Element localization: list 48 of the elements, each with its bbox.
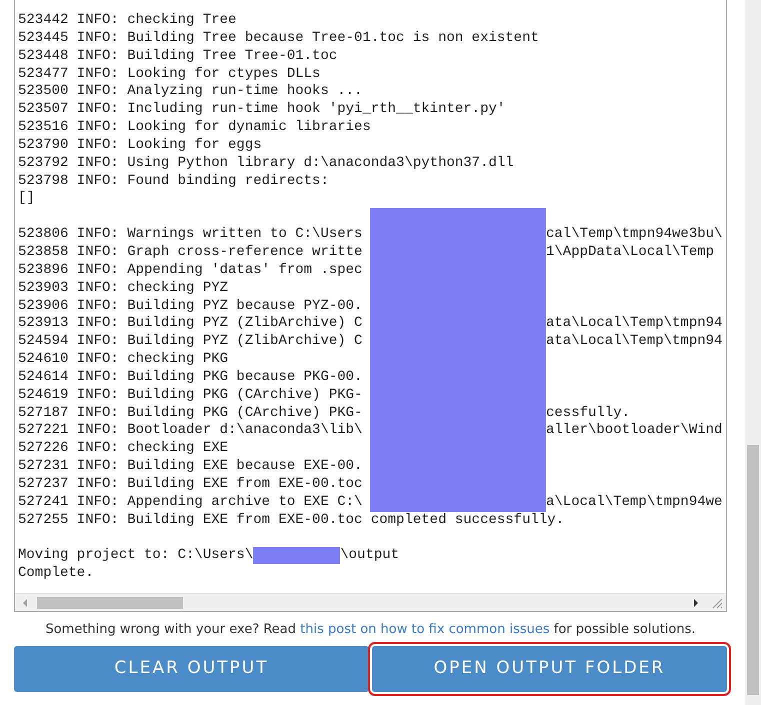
- log-line: 524610 INFO: checking PKG: [18, 351, 230, 369]
- log-line: 523790 INFO: Looking for eggs: [18, 136, 262, 155]
- log-line: 527226 INFO: checking EXE: [18, 440, 230, 458]
- log-line: Complete.: [18, 565, 94, 583]
- log-line: 523507 INFO: Including run-time hook 'pyi_rth__tkinter.py': [18, 101, 506, 120]
- help-link[interactable]: this post on how to fix common issues: [300, 622, 550, 637]
- log-line: 523445 INFO: Building Tree because Tree-01.toc is non existent: [18, 30, 539, 48]
- log-line: 523858 INFO: Graph cross-reference writte: [18, 244, 364, 262]
- log-line: 524614 INFO: Building PKG because PKG-00.: [18, 368, 364, 387]
- log-line: 523477 INFO: Looking for ctypes DLLs: [18, 66, 320, 84]
- log-line: 523806 INFO: Warnings written to C:\Users: [18, 226, 364, 244]
- log-line: 523913 INFO: Building PYZ (ZlibArchive) C: [18, 315, 364, 334]
- log-line: 527231 INFO: Building EXE because EXE-00.: [18, 458, 364, 476]
- log-line: 524594 INFO: Building PYZ (ZlibArchive) C: [18, 333, 364, 352]
- log-line: 524619 INFO: Building PKG (CArchive) PKG-: [18, 386, 364, 405]
- resize-grip-icon[interactable]: [711, 597, 723, 609]
- log-line: 523516 INFO: Looking for dynamic libraries: [18, 119, 371, 137]
- help-text: Something wrong with your exe? Read this post on how to fix common issues for possible solutions.: [44, 621, 697, 639]
- log-line: cessfully.: [546, 404, 630, 422]
- log-line: []: [18, 190, 35, 208]
- log-line: cal\Temp\tmpn94we3bu\: [546, 226, 722, 244]
- log-line: 523896 INFO: Appending 'datas' from .spec: [18, 262, 364, 280]
- log-line: 527221 INFO: Bootloader d:\anaconda3\lib\: [18, 422, 364, 440]
- log-line: 527187 INFO: Building PKG (CArchive) PKG-: [18, 404, 364, 422]
- log-line: 523500 INFO: Analyzing run-time hooks ...: [18, 83, 362, 102]
- output-button[interactable]: CLEAR OUTPUT: [14, 646, 369, 692]
- log-line: 523798 INFO: Found binding redirects:: [18, 172, 329, 190]
- log-line: 527241 INFO: Appending archive to EXE C:\: [18, 494, 364, 512]
- log-line: 1\AppData\Local\Temp: [546, 244, 714, 262]
- log-line: 523442 INFO: checking Tree: [18, 12, 236, 30]
- output-button[interactable]: OPEN OUTPUT FOLDER: [372, 646, 727, 692]
- log-line: 527255 INFO: Building EXE from EXE-00.toc completed successfully.: [18, 512, 564, 530]
- log-line: ata\Local\Temp\tmpn94: [546, 333, 722, 352]
- log-line: \output: [340, 547, 400, 566]
- log-line: 523792 INFO: Using Python library d:\anaconda3\python37.dll: [18, 154, 514, 173]
- log-line: a\Local\Temp\tmpn94we: [546, 494, 722, 512]
- output-log[interactable]: [14, 0, 727, 612]
- log-line: 527237 INFO: Building EXE from EXE-00.toc: [18, 476, 364, 494]
- page-scrollbar[interactable]: [745, 0, 761, 705]
- scroll-left-icon[interactable]: [21, 598, 29, 608]
- horizontal-scrollbar[interactable]: [15, 593, 726, 611]
- scroll-right-icon[interactable]: [692, 598, 700, 608]
- log-line: ata\Local\Temp\tmpn94: [546, 315, 722, 334]
- log-line: 523903 INFO: checking PYZ: [18, 280, 230, 298]
- log-line: 523448 INFO: Building Tree Tree-01.toc: [18, 48, 338, 66]
- log-line: 523906 INFO: Building PYZ because PYZ-00.: [18, 298, 364, 316]
- log-line: Moving project to: C:\Users\: [18, 547, 254, 566]
- log-line: aller\bootloader\Wind: [546, 422, 722, 440]
